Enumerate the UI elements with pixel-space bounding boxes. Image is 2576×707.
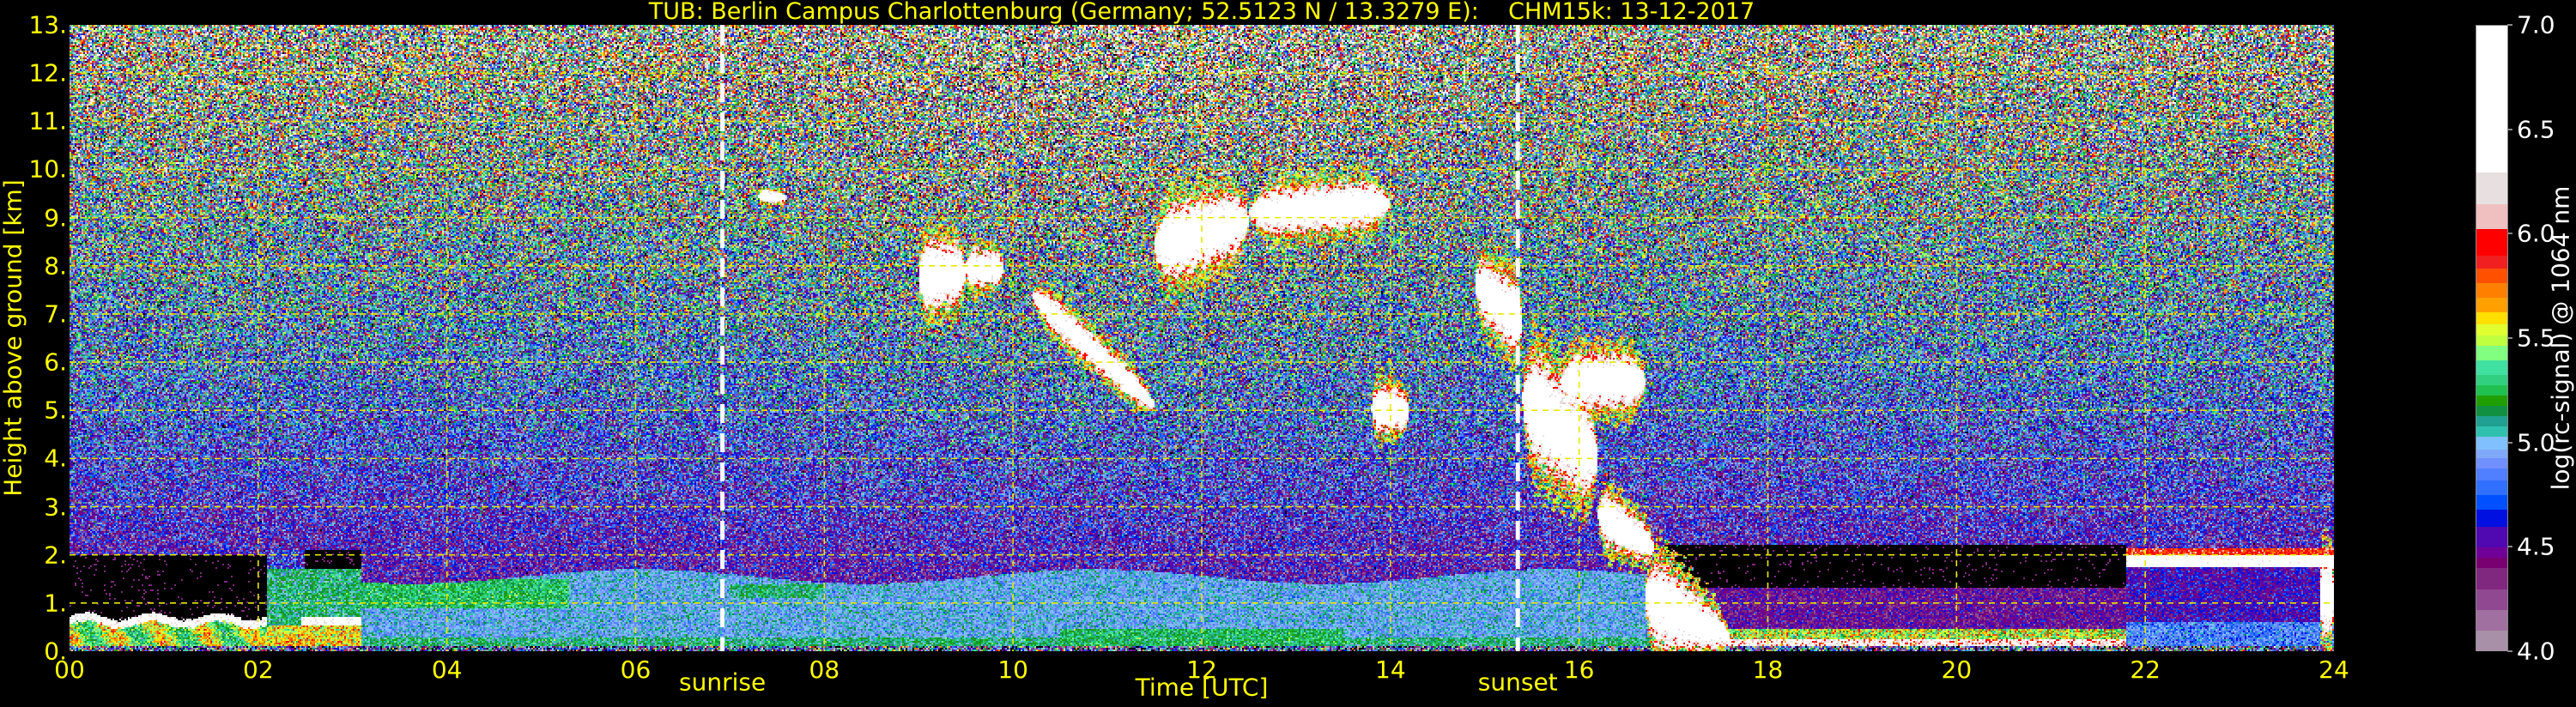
colorbar-segment (2476, 525, 2507, 548)
x-tick-label: 18 (1752, 656, 1784, 684)
colorbar-tick-mark (2507, 650, 2512, 652)
y-tick-label: 2. (44, 541, 67, 570)
colorbar-segment (2476, 296, 2507, 312)
colorbar-segment (2476, 467, 2507, 481)
y-tick-label: 12. (28, 58, 67, 88)
colorbar-tick-mark (2507, 233, 2512, 235)
colorbar-segment (2476, 26, 2507, 173)
colorbar-tick-label: 7.0 (2517, 10, 2555, 39)
y-tick-label: 3. (44, 492, 67, 522)
colorbar-segment (2476, 608, 2507, 631)
colorbar-label: log(rc-signal) @ 1064 nm (2546, 185, 2575, 491)
colorbar-tick-mark (2507, 24, 2512, 26)
colorbar-segment (2476, 414, 2507, 427)
colorbar-segment (2476, 267, 2507, 283)
y-tick-label: 11. (28, 106, 67, 136)
colorbar-tick-label: 4.0 (2517, 637, 2555, 666)
colorbar-segment (2476, 566, 2507, 589)
colorbar-tick-mark (2507, 441, 2512, 444)
x-tick-label: 06 (620, 656, 652, 684)
annotation-sunrise: sunrise (679, 668, 767, 697)
x-tick-label: 24 (2318, 656, 2349, 684)
colorbar-segment (2476, 171, 2507, 204)
colorbar-segment (2476, 323, 2507, 335)
x-tick-label: 20 (1941, 656, 1973, 684)
x-tick-label: 08 (809, 656, 840, 684)
colorbar-segment (2476, 227, 2507, 257)
colorbar-segment (2476, 254, 2507, 269)
y-tick-label: 1. (44, 589, 67, 618)
y-axis-label: Height above ground [km] (0, 179, 27, 497)
colorbar-segment (2476, 448, 2507, 458)
x-tick-label: 04 (431, 656, 463, 684)
colorbar-segment (2476, 508, 2507, 527)
grid-overlay (70, 25, 2334, 651)
colorbar-segment (2476, 456, 2507, 468)
colorbar-segment (2476, 281, 2507, 298)
colorbar-segment (2476, 202, 2507, 229)
colorbar-segment (2476, 384, 2507, 396)
colorbar-segment (2476, 588, 2507, 610)
plot-area (70, 25, 2334, 651)
colorbar-segment (2476, 546, 2507, 559)
colorbar (2476, 25, 2508, 652)
colorbar-segment (2476, 394, 2507, 407)
colorbar-tick-label: 4.5 (2517, 532, 2555, 561)
chart-title: TUB: Berlin Campus Charlottenburg (Germa… (648, 0, 1755, 25)
x-tick-label: 14 (1375, 656, 1406, 684)
x-tick-label: 22 (2130, 656, 2161, 684)
colorbar-segment (2476, 359, 2507, 375)
x-tick-label: 10 (997, 656, 1028, 684)
x-tick-label: 00 (54, 656, 85, 684)
colorbar-segment (2476, 436, 2507, 450)
colorbar-segment (2476, 344, 2507, 360)
colorbar-segment (2476, 404, 2507, 417)
colorbar-segment (2476, 334, 2507, 346)
colorbar-segment (2476, 311, 2507, 325)
colorbar-tick-mark (2507, 337, 2512, 339)
x-tick-label: 16 (1563, 656, 1595, 684)
colorbar-tick-mark (2507, 546, 2512, 548)
colorbar-segment (2476, 629, 2507, 652)
x-tick-label: 02 (243, 656, 274, 684)
y-tick-label: 13. (28, 10, 67, 39)
colorbar-tick-mark (2507, 128, 2512, 130)
colorbar-segment (2476, 373, 2507, 385)
colorbar-segment (2476, 556, 2507, 569)
x-axis-label: Time [UTC] (1135, 673, 1269, 702)
annotation-sunset: sunset (1477, 668, 1558, 697)
colorbar-segment (2476, 425, 2507, 438)
colorbar-segment (2476, 480, 2507, 496)
colorbar-tick-label: 6.5 (2517, 115, 2555, 144)
colorbar-segment (2476, 494, 2507, 511)
